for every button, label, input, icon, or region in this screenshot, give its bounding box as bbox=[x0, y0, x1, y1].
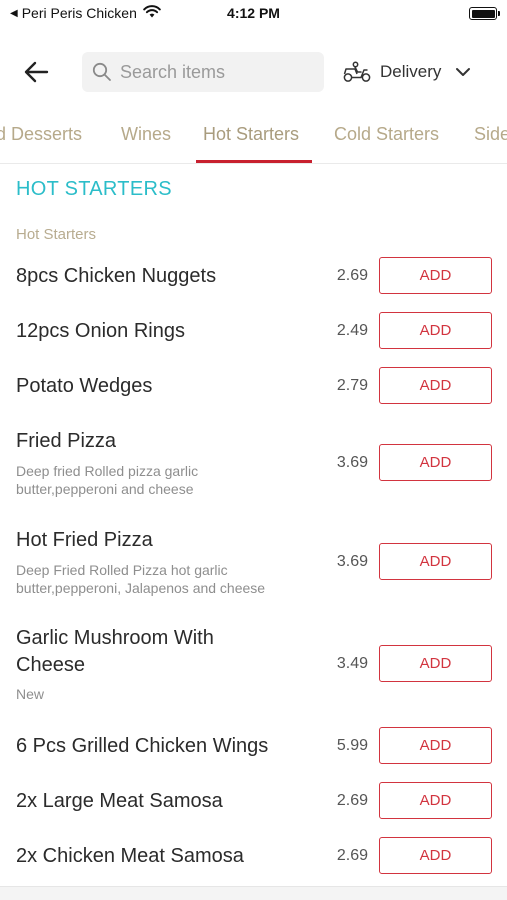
item-description-line: butter,pepperoni, Jalapenos and cheese bbox=[16, 580, 266, 596]
tab-cold-starters[interactable]: Cold Starters bbox=[334, 124, 439, 145]
bottom-bar bbox=[0, 886, 507, 900]
back-button[interactable] bbox=[20, 56, 52, 88]
add-button[interactable]: ADD bbox=[379, 257, 492, 294]
item-price: 2.69 bbox=[336, 267, 368, 284]
item-description-line: butter,pepperoni and cheese bbox=[16, 481, 194, 497]
chevron-down-icon bbox=[455, 67, 471, 77]
item-name: Fried Pizza bbox=[16, 430, 117, 452]
battery-icon bbox=[469, 7, 500, 20]
item-price: 2.49 bbox=[336, 322, 368, 339]
item-description-line: Deep fried Rolled pizza garlic bbox=[16, 463, 199, 479]
scooter-icon bbox=[343, 61, 371, 82]
arrow-left-icon bbox=[24, 61, 49, 83]
item-price: 3.69 bbox=[336, 553, 368, 570]
tab-hot-starters[interactable]: Hot Starters bbox=[203, 124, 299, 145]
item-price: 2.79 bbox=[336, 377, 368, 394]
add-button[interactable]: ADD bbox=[379, 645, 492, 682]
item-name: Potato Wedges bbox=[16, 375, 153, 397]
section-title: HOT STARTERS bbox=[16, 178, 172, 200]
status-time: 4:12 PM bbox=[227, 5, 280, 21]
add-button[interactable]: ADD bbox=[379, 727, 492, 764]
add-button[interactable]: ADD bbox=[379, 782, 492, 819]
item-name: 6 Pcs Grilled Chicken Wings bbox=[16, 735, 269, 757]
item-name: Garlic Mushroom With bbox=[16, 627, 214, 649]
category-tabs: d Desserts Wines Hot Starters Cold Start… bbox=[0, 112, 507, 164]
item-price: 3.69 bbox=[336, 454, 368, 471]
add-button[interactable]: ADD bbox=[379, 444, 492, 481]
item-name: Cheese bbox=[16, 654, 85, 676]
delivery-label: Delivery bbox=[380, 62, 442, 81]
item-name: 2x Chicken Meat Samosa bbox=[16, 845, 244, 867]
add-button[interactable]: ADD bbox=[379, 312, 492, 349]
item-name: 8pcs Chicken Nuggets bbox=[16, 265, 217, 287]
delivery-selector[interactable]: Delivery bbox=[342, 52, 471, 92]
item-tag: New bbox=[16, 686, 45, 702]
tab-desserts[interactable]: d Desserts bbox=[0, 124, 82, 145]
item-price: 2.69 bbox=[336, 847, 368, 864]
item-price: 3.49 bbox=[336, 655, 368, 672]
item-name: 2x Large Meat Samosa bbox=[16, 790, 223, 812]
item-name: Hot Fried Pizza bbox=[16, 529, 153, 551]
tab-sides[interactable]: Side bbox=[474, 124, 507, 145]
item-price: 2.69 bbox=[336, 792, 368, 809]
item-description-line: Deep Fried Rolled Pizza hot garlic bbox=[16, 562, 228, 578]
header: Delivery bbox=[0, 50, 507, 94]
add-button[interactable]: ADD bbox=[379, 367, 492, 404]
tab-wines[interactable]: Wines bbox=[121, 124, 171, 145]
add-button[interactable]: ADD bbox=[379, 543, 492, 580]
item-price: 5.99 bbox=[336, 737, 368, 754]
status-bar: ◀ Peri Peris Chicken 4:12 PM bbox=[0, 0, 507, 30]
search-icon bbox=[92, 62, 111, 81]
search-box[interactable] bbox=[82, 52, 324, 92]
item-name: 12pcs Onion Rings bbox=[16, 320, 185, 342]
subcategory-label: Hot Starters bbox=[16, 226, 97, 243]
search-input[interactable] bbox=[120, 61, 310, 83]
active-tab-indicator bbox=[196, 160, 312, 163]
add-button[interactable]: ADD bbox=[379, 837, 492, 874]
